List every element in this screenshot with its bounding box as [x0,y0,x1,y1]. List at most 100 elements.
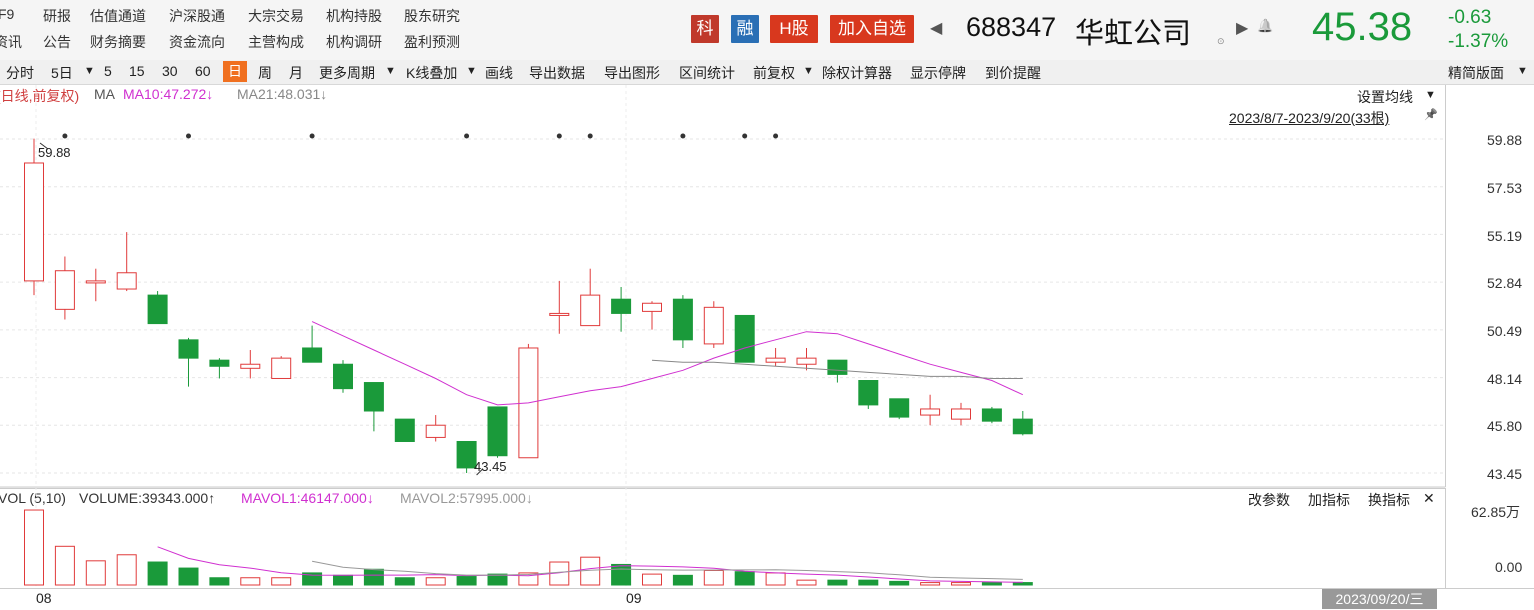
tab-15min[interactable]: 15 [129,63,145,79]
volume-bar [394,577,415,586]
volume-bar [889,580,910,586]
event-marker-icon [186,133,191,139]
prev-stock-icon[interactable]: ◀ [930,18,942,38]
export-graphic-button[interactable]: 导出图形 [604,63,660,83]
dropdown-arrow-icon[interactable]: ▼ [84,65,95,77]
nav-link[interactable]: 机构持股 [326,6,382,26]
volume-bar [333,574,353,586]
nav-link[interactable]: 估值通道 [90,6,146,26]
date-axis [0,588,1534,610]
volume-tick: 62.85万 [1471,504,1521,520]
volume-bar [920,582,941,586]
low-price-label: 43.45 [474,459,507,474]
tab-monthly[interactable]: 月 [289,63,303,83]
volume-bar [981,582,1002,586]
range-stats-button[interactable]: 区间统计 [679,63,735,83]
event-marker-icon [773,133,779,139]
price-alert-button[interactable]: 到价提醒 [985,63,1041,83]
star-market-tag[interactable]: 科 [691,15,719,43]
candle-body [827,359,848,375]
tab-30min[interactable]: 30 [162,63,178,79]
nav-link[interactable]: 财务摘要 [90,32,146,52]
candle-body [796,357,817,365]
ma10-line [311,321,1024,406]
volume-bar [827,579,848,586]
volume-bar [240,577,261,586]
dropdown-arrow-icon[interactable]: ▼ [803,65,814,77]
volume-bar [456,576,477,586]
nav-link[interactable]: 沪深股通 [169,6,225,26]
kline-overlay-button[interactable]: K线叠加 [406,63,457,83]
volume-bar [178,567,199,586]
dropdown-arrow-icon[interactable]: ▼ [466,65,477,77]
nav-link[interactable]: 股东研究 [404,6,460,26]
margin-tag[interactable]: 融 [731,15,759,43]
ex-rights-calculator-button[interactable]: 除权计算器 [822,63,892,83]
tab-weekly[interactable]: 周 [258,63,272,83]
price-tick-labels: 59.88 57.53 55.19 52.84 50.49 48.14 45.8… [1446,0,1534,609]
event-marker-icon [680,133,686,139]
volume-bar [951,582,971,586]
date-label-sep: 09 [626,590,642,606]
mavol2-line [312,560,1023,580]
candle-body [549,312,570,316]
price-tick: 55.19 [1487,228,1523,244]
candle-body [703,306,724,345]
info-icon[interactable]: ⊙ [1217,36,1225,47]
nav-link[interactable]: 研报 [43,6,71,26]
tab-5min[interactable]: 5 [104,63,112,79]
candle-body [765,357,786,363]
chart-toolbar: 分时 5日 ▼ 5 15 30 60 日 周 月 更多周期 ▼ K线叠加 ▼ 画… [0,60,1534,85]
date-label-aug: 08 [36,590,52,606]
volume-bar [703,569,724,586]
candle-body [363,382,384,412]
dropdown-arrow-icon[interactable]: ▼ [385,65,396,77]
candle-body [147,294,168,325]
export-data-button[interactable]: 导出数据 [529,63,585,83]
forward-adjust-button[interactable]: 前复权 [753,63,795,83]
current-price: 45.38 [1312,5,1413,49]
tab-intraday[interactable]: 分时 [6,63,34,83]
h-share-tag[interactable]: H股 [770,15,818,43]
add-watchlist-button[interactable]: 加入自选 [830,15,914,43]
event-marker-icon [309,133,315,139]
candle-body [889,398,910,418]
next-stock-icon[interactable]: ▶ [1236,18,1248,38]
candle-body [85,280,106,284]
candle-body [611,298,632,314]
show-suspension-button[interactable]: 显示停牌 [910,63,966,83]
nav-link[interactable]: 公告 [43,32,71,52]
tab-60min[interactable]: 60 [195,63,211,79]
candle-body [240,363,261,369]
bell-icon[interactable]: 🔔 [1257,18,1273,34]
tab-daily[interactable]: 日 [223,61,247,82]
nav-link[interactable]: 大宗交易 [248,6,304,26]
nav-link[interactable]: 机构调研 [326,32,382,52]
volume-bar [271,577,292,586]
nav-link[interactable]: 主营构成 [248,32,304,52]
volume-bar [642,573,662,586]
tab-5day[interactable]: 5日 [51,63,73,83]
volume-bar [765,572,786,586]
nav-link[interactable]: F9 [0,6,14,22]
stock-code: 688347 [966,12,1057,42]
volume-bar [796,579,817,586]
volume-bar [734,571,755,586]
nav-link[interactable]: 资讯 [0,32,22,52]
volume-bar [85,560,106,586]
top-nav-bar: F9 研报 估值通道 沪深股通 大宗交易 机构持股 股东研究 资讯 公告 财务摘… [0,0,1534,60]
candle-body [642,302,662,312]
volume-tick: 0.00 [1495,559,1523,575]
candle-body [271,357,292,379]
kline-chart[interactable] [0,85,1445,588]
nav-link[interactable]: 盈利预测 [404,32,460,52]
volume-bar [116,554,137,586]
nav-link[interactable]: 资金流向 [169,32,225,52]
draw-line-button[interactable]: 画线 [485,63,513,83]
candle-body [24,162,44,282]
stock-name: 华虹公司 [1075,18,1192,50]
volume-bar [209,577,230,586]
high-price-label: 59.88 [38,145,71,160]
candle-body [209,359,230,367]
more-periods-button[interactable]: 更多周期 [319,63,375,83]
